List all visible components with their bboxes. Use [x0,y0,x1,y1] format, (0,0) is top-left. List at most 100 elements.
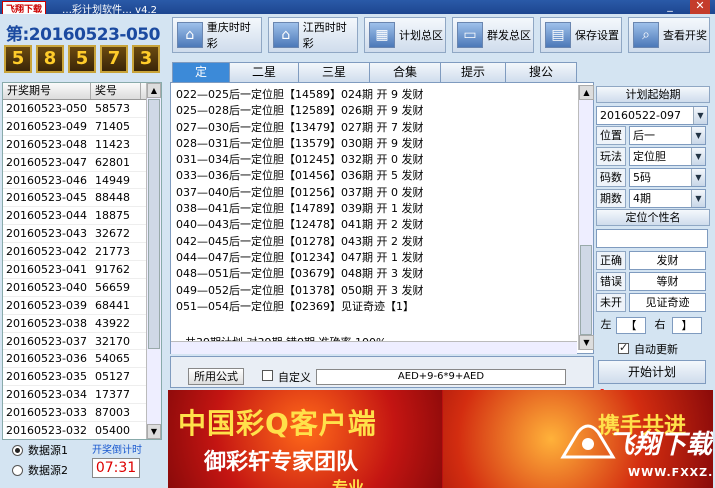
table-row[interactable]: 20160523-037 32170 [3,333,161,351]
period-cell: 20160523-047 [6,155,87,169]
chevron-down-icon[interactable]: ▼ [691,190,705,207]
custom-label: 自定义 [278,371,311,384]
column-header-number[interactable]: 奖号 [91,83,141,99]
select-value: 后一 [633,129,655,142]
period-cell: 20160523-039 [6,298,87,312]
left-bracket-input[interactable]: 【 [616,317,646,334]
scroll-up-arrow-icon[interactable]: ▲ [147,83,161,98]
output-scrollbar[interactable]: ▲ ▼ [578,85,594,350]
table-row[interactable]: 20160523-043 32672 [3,225,161,244]
horizontal-scrollbar[interactable] [171,341,577,354]
start-period-select[interactable]: 20160522-097 ▼ [596,106,708,125]
plan-lines: 022—025后一定位胆【14589】024期 开 9 发财 025—028后一定… [176,87,423,315]
plan-output-textarea[interactable]: 022—025后一定位胆【14589】024期 开 9 发财 025—028后一定… [170,82,605,416]
right-bracket-input[interactable]: 】 [672,317,702,334]
formula-expression-field[interactable]: AED+9-6*9+AED [316,369,566,385]
tab-prompts[interactable]: 提示语 [440,62,506,98]
data-source-1-radio[interactable]: 数据源1 [12,442,68,458]
chevron-down-icon[interactable]: ▼ [691,148,705,165]
table-row[interactable]: 20160523-036 54065 [3,350,161,369]
radio-dot[interactable] [12,444,23,456]
table-row[interactable]: 20160523-041 91762 [3,261,161,279]
radio-label: 数据源2 [28,464,68,477]
chevron-down-icon[interactable]: ▼ [693,107,707,124]
table-row[interactable]: 20160523-048 11423 [3,136,161,154]
table-row[interactable]: 20160523-035 05127 [3,368,161,387]
personal-name-input[interactable] [596,229,708,248]
minimize-button[interactable]: _ [660,0,680,14]
tab-position[interactable]: 定位 [172,62,230,98]
scroll-up-arrow-icon[interactable]: ▲ [579,85,594,100]
list-scrollbar[interactable]: ▲ ▼ [146,83,161,439]
personal-name-title: 定位个性名 [596,209,710,226]
scroll-thumb[interactable] [148,99,160,349]
table-row[interactable]: 20160523-033 87003 [3,404,161,423]
table-row[interactable]: 20160523-032 05400 [3,422,161,439]
auto-update-checkbox[interactable] [618,341,629,354]
period-cell: 20160523-050 [6,102,87,115]
number-ball: 3 [132,45,160,73]
wrong-input[interactable]: 等财 [629,272,706,291]
plan-zone-button[interactable]: ▦ 计划总区 [364,17,446,53]
table-row[interactable]: 20160523-042 21773 [3,243,161,262]
ad-title: 中国彩Q客户端 [178,407,377,440]
period-cell: 20160523-035 [6,370,87,384]
tab-two-star[interactable]: 二星 [229,62,299,82]
used-formula-button[interactable]: 所用公式 [188,368,244,385]
start-plan-button[interactable]: 开始计划 [598,360,706,384]
table-row[interactable]: 20160523-049 71405 [3,118,161,136]
chevron-down-icon[interactable]: ▼ [691,127,705,144]
correct-input[interactable]: 发财 [629,251,706,270]
number-cell: 17377 [95,388,130,402]
not-open-input[interactable]: 见证奇迹 [629,293,706,312]
chevron-down-icon[interactable]: ▼ [691,169,705,186]
table-row[interactable]: 20160523-034 17377 [3,386,161,405]
radio-dot[interactable] [12,464,23,476]
table-row[interactable]: 20160523-045 88448 [3,189,161,208]
field-label: 未开 [596,293,626,312]
countdown-timer: 07:31 [92,458,140,478]
view-draws-button[interactable]: ⌕ 查看开奖 [628,17,710,53]
position-field: 位置 后一 ▼ [596,126,706,145]
table-row[interactable]: 20160523-050 58573 [3,100,161,118]
jiangxi-lottery-button[interactable]: ⌂ 江西时时彩 [268,17,358,53]
save-settings-button[interactable]: ▤ 保存设置 [540,17,622,53]
field-label: 码数 [596,168,626,187]
button-label: 重庆时时彩 [206,21,251,50]
table-row[interactable]: 20160523-039 68441 [3,297,161,315]
close-button[interactable]: ✕ [690,0,710,14]
table-row[interactable]: 20160523-047 62801 [3,154,161,172]
advertisement-banner[interactable]: 中国彩Q客户端 御彩轩专家团队 …专业… 携手共进 飞翔下载 WWW.FXXZ.… [168,390,713,488]
chongqing-lottery-button[interactable]: ⌂ 重庆时时彩 [172,17,262,53]
period-count-select[interactable]: 4期 ▼ [629,189,706,208]
code-count-select[interactable]: 5码 ▼ [629,168,706,187]
plan-line: 027—030后一定位胆【13479】027期 开 7 发财 [176,120,424,134]
broadcast-zone-button[interactable]: ▭ 群发总区 [452,17,534,53]
period-cell: 20160523-048 [6,137,87,151]
period-cell: 20160523-044 [6,209,87,223]
scroll-down-arrow-icon[interactable]: ▼ [579,335,594,350]
data-source-2-radio[interactable]: 数据源2 [12,462,68,478]
table-row[interactable]: 20160523-040 56659 [3,279,161,297]
save-icon: ▤ [545,22,571,48]
number-cell: 43922 [95,316,130,330]
column-header-period[interactable]: 开奖期号 [3,83,91,99]
field-label: 错误 [596,272,626,291]
table-row[interactable]: 20160523-046 14949 [3,172,161,190]
number-cell: 62801 [95,155,130,169]
tab-search-formula[interactable]: 搜公式 [505,62,577,98]
custom-checkbox[interactable] [262,370,273,381]
position-select[interactable]: 后一 ▼ [629,126,706,145]
table-row[interactable]: 20160523-038 43922 [3,315,161,333]
play-type-select[interactable]: 定位胆 ▼ [629,147,706,166]
number-ball: 5 [4,45,32,73]
tab-collection[interactable]: 合集 [369,62,441,82]
number-cell: 58573 [95,102,130,115]
scroll-thumb[interactable] [580,245,592,335]
plan-line: 033—036后一定位胆【01456】036期 开 5 发财 [176,169,424,183]
scroll-down-arrow-icon[interactable]: ▼ [147,424,161,439]
draw-history-list[interactable]: 开奖期号 奖号 20160523-050 58573 20160523-049 714… [2,82,162,440]
tab-three-star[interactable]: 三星 [298,62,370,82]
table-row[interactable]: 20160523-044 18875 [3,207,161,226]
ad-subtitle-2: …专业… [316,478,381,488]
